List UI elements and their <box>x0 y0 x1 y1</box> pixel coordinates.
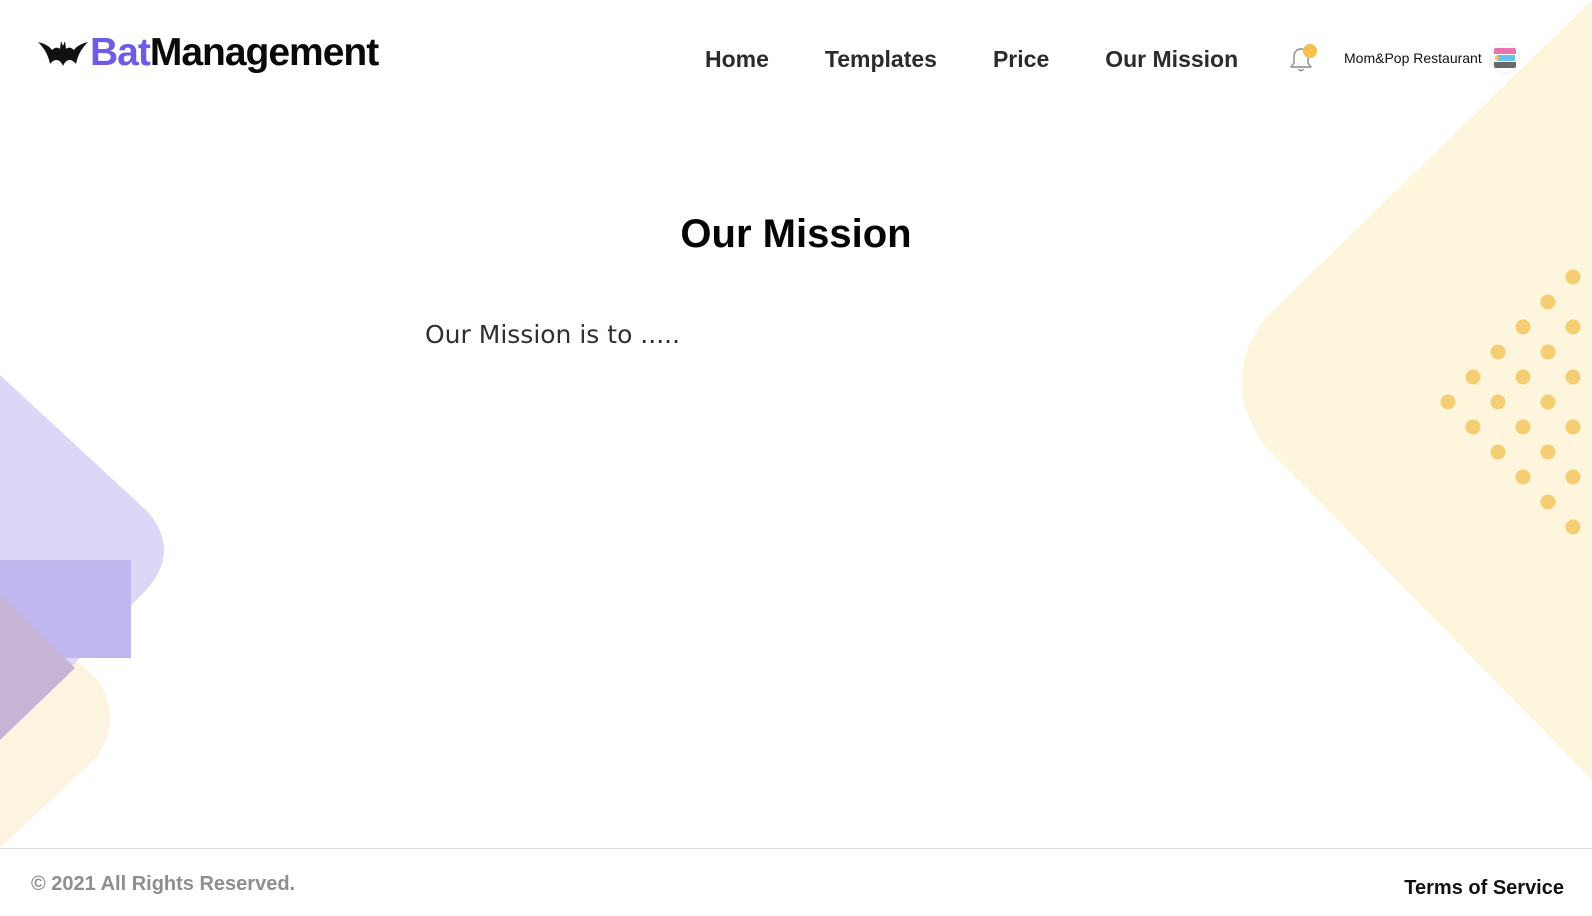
account-menu[interactable]: Mom&Pop Restaurant <box>1344 42 1520 74</box>
page-footer: © 2021 All Rights Reserved. Terms of Ser… <box>0 848 1592 916</box>
nav-home[interactable]: Home <box>705 46 769 73</box>
brand-logo[interactable]: BatManagement <box>38 28 379 78</box>
avatar[interactable] <box>1489 43 1520 73</box>
notification-badge <box>1303 44 1317 58</box>
page-title: Our Mission <box>680 212 912 256</box>
logo-text-management: Management <box>149 31 379 74</box>
nav-price[interactable]: Price <box>993 46 1049 73</box>
copyright-text: © 2021 All Rights Reserved. <box>31 873 296 895</box>
nav-templates[interactable]: Templates <box>825 46 937 73</box>
mission-statement: Our Mission is to ..... <box>425 320 681 349</box>
top-header: BatManagement Home Templates Price Our M… <box>0 0 1592 110</box>
account-name: Mom&Pop Restaurant <box>1344 50 1482 66</box>
logo-text-bat: Bat <box>90 31 151 74</box>
main-nav: Home Templates Price Our Mission <box>705 40 1294 78</box>
main-content: Our Mission Our Mission is to ..... <box>0 110 1592 848</box>
mom-pop-shop-logo <box>1493 48 1516 68</box>
nav-our-mission[interactable]: Our Mission <box>1105 46 1238 73</box>
bat-icon <box>38 41 88 66</box>
terms-of-service-link[interactable]: Terms of Service <box>1404 877 1564 900</box>
